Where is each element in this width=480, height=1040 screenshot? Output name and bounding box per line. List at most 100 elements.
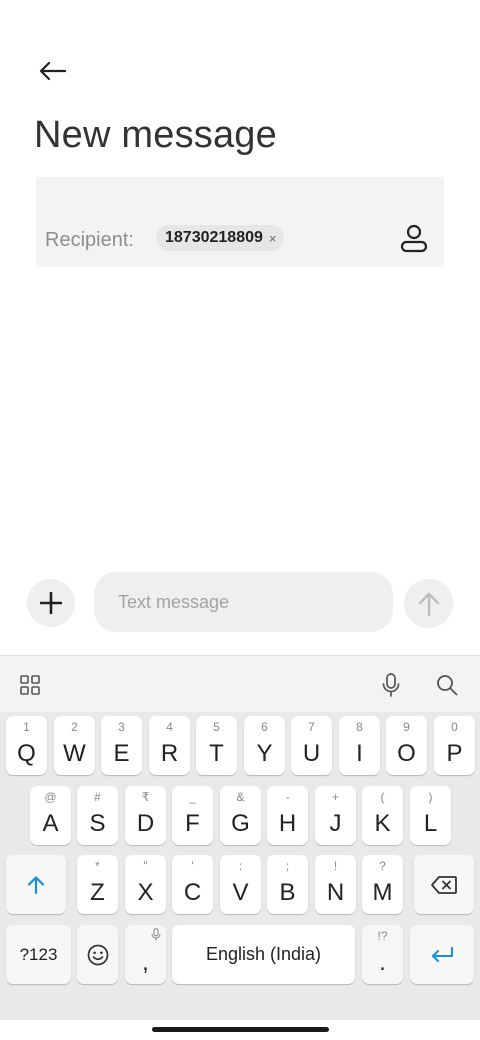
key-s[interactable]: # S bbox=[77, 786, 118, 845]
key-x[interactable]: " X bbox=[125, 855, 166, 914]
send-button[interactable] bbox=[404, 579, 453, 628]
key-label: I bbox=[356, 740, 363, 767]
emoji-key[interactable] bbox=[77, 925, 118, 984]
key-y[interactable]: 6Y bbox=[244, 716, 285, 775]
key-hint: ' bbox=[191, 859, 194, 873]
key-hint: ) bbox=[428, 790, 433, 804]
home-indicator[interactable] bbox=[152, 1027, 329, 1032]
backspace-icon bbox=[431, 875, 457, 894]
key-hint: 9 bbox=[403, 720, 410, 734]
key-e[interactable]: 3E bbox=[101, 716, 142, 775]
key-d[interactable]: ₹ D bbox=[125, 786, 166, 845]
search-icon bbox=[437, 675, 458, 696]
key-hint: _ bbox=[189, 790, 196, 804]
key-o[interactable]: 9O bbox=[386, 716, 427, 775]
key-t[interactable]: 5T bbox=[196, 716, 237, 775]
key-hint: 4 bbox=[166, 720, 173, 734]
key-hint: 1 bbox=[23, 720, 30, 734]
key-label: W bbox=[63, 740, 86, 767]
recipient-chip[interactable]: 18730218809 × bbox=[156, 225, 285, 251]
arrow-up-icon bbox=[418, 592, 439, 616]
symbols-key[interactable]: ?123 bbox=[6, 925, 71, 984]
key-a[interactable]: @ A bbox=[30, 786, 71, 845]
key-p[interactable]: 0P bbox=[434, 716, 475, 775]
key-hint: & bbox=[236, 790, 245, 804]
key-i[interactable]: 8I bbox=[339, 716, 380, 775]
key-label: V bbox=[232, 879, 249, 906]
voice-input-button[interactable] bbox=[376, 670, 406, 700]
key-label: X bbox=[137, 879, 154, 906]
key-hint: : bbox=[238, 859, 243, 873]
key-hint: # bbox=[94, 790, 101, 804]
key-label: E bbox=[113, 740, 130, 767]
key-hint: ( bbox=[380, 790, 385, 804]
arrow-left-icon bbox=[39, 61, 66, 81]
key-hint: 5 bbox=[213, 720, 220, 734]
key-hint: 3 bbox=[118, 720, 125, 734]
keyboard-menu-button[interactable] bbox=[15, 670, 45, 700]
key-m[interactable]: ? M bbox=[362, 855, 403, 914]
navigation-bar bbox=[0, 1020, 480, 1040]
key-label: H bbox=[278, 810, 297, 837]
recipient-label: Recipient: bbox=[45, 229, 134, 251]
key-label: . bbox=[379, 949, 386, 976]
key-hint: @ bbox=[44, 790, 57, 804]
back-button[interactable] bbox=[30, 52, 74, 90]
key-label: L bbox=[423, 810, 438, 837]
chip-remove-icon[interactable]: × bbox=[269, 231, 277, 246]
microphone-icon bbox=[151, 928, 161, 941]
key-hint: !? bbox=[377, 929, 388, 943]
person-icon bbox=[400, 224, 428, 253]
key-label: D bbox=[136, 810, 155, 837]
key-label: F bbox=[185, 810, 200, 837]
key-c[interactable]: ' C bbox=[172, 855, 213, 914]
key-label: C bbox=[183, 879, 202, 906]
key-f[interactable]: _ F bbox=[172, 786, 213, 845]
key-hint: 2 bbox=[71, 720, 78, 734]
backspace-key[interactable] bbox=[414, 855, 474, 914]
key-q[interactable]: 1Q bbox=[6, 716, 47, 775]
key-label: , bbox=[142, 949, 149, 976]
add-attachment-button[interactable] bbox=[27, 579, 75, 627]
soft-keyboard: 1 Q 2 W 3 E 4 R 5 T 6 Y 7 U 8 I 9 O 0 P @ A # S ₹ D _ F & G - H + J(K) L * Z… bbox=[0, 655, 480, 1020]
key-label: U bbox=[302, 740, 321, 767]
period-key[interactable]: !?. bbox=[362, 925, 403, 984]
contacts-button[interactable] bbox=[396, 221, 432, 257]
key-hint: 6 bbox=[261, 720, 268, 734]
key-hint: ! bbox=[333, 859, 338, 873]
compose-bar bbox=[0, 572, 480, 634]
key-label: T bbox=[209, 740, 224, 767]
enter-icon bbox=[431, 946, 454, 962]
key-g[interactable]: & G bbox=[220, 786, 261, 845]
keyboard-toolbar bbox=[0, 655, 480, 712]
page-title: New message bbox=[34, 114, 277, 156]
key-l[interactable]: ) L bbox=[410, 786, 451, 845]
key-v[interactable]: :V bbox=[220, 855, 261, 914]
key-w[interactable]: 2W bbox=[54, 716, 95, 775]
key-hint: ? bbox=[379, 859, 386, 873]
key-label: B bbox=[279, 879, 296, 906]
key-hint: * bbox=[95, 859, 100, 873]
space-key[interactable]: English (India) bbox=[172, 925, 355, 984]
enter-key[interactable] bbox=[410, 925, 474, 984]
key-b[interactable]: ; B bbox=[267, 855, 308, 914]
message-input[interactable] bbox=[94, 572, 393, 632]
key-hint: 8 bbox=[356, 720, 363, 734]
shift-key[interactable] bbox=[6, 855, 66, 914]
recipient-field[interactable]: Recipient: 18730218809 × bbox=[36, 177, 444, 267]
key-hint: 7 bbox=[308, 720, 315, 734]
keyboard-search-button[interactable] bbox=[432, 670, 462, 700]
key-r[interactable]: 4R bbox=[149, 716, 190, 775]
key-h[interactable]: -H bbox=[267, 786, 308, 845]
comma-key[interactable]: , bbox=[125, 925, 166, 984]
key-hint: 0 bbox=[451, 720, 458, 734]
key-label: Z bbox=[90, 879, 105, 906]
key-z[interactable]: * Z bbox=[77, 855, 118, 914]
shift-arrow-icon bbox=[27, 875, 45, 894]
key-label: M bbox=[372, 879, 393, 906]
key-u[interactable]: 7U bbox=[291, 716, 332, 775]
key-n[interactable]: ! N bbox=[315, 855, 356, 914]
key-k[interactable]: (K bbox=[362, 786, 403, 845]
key-label: K bbox=[374, 810, 391, 837]
key-j[interactable]: + J bbox=[315, 786, 356, 845]
